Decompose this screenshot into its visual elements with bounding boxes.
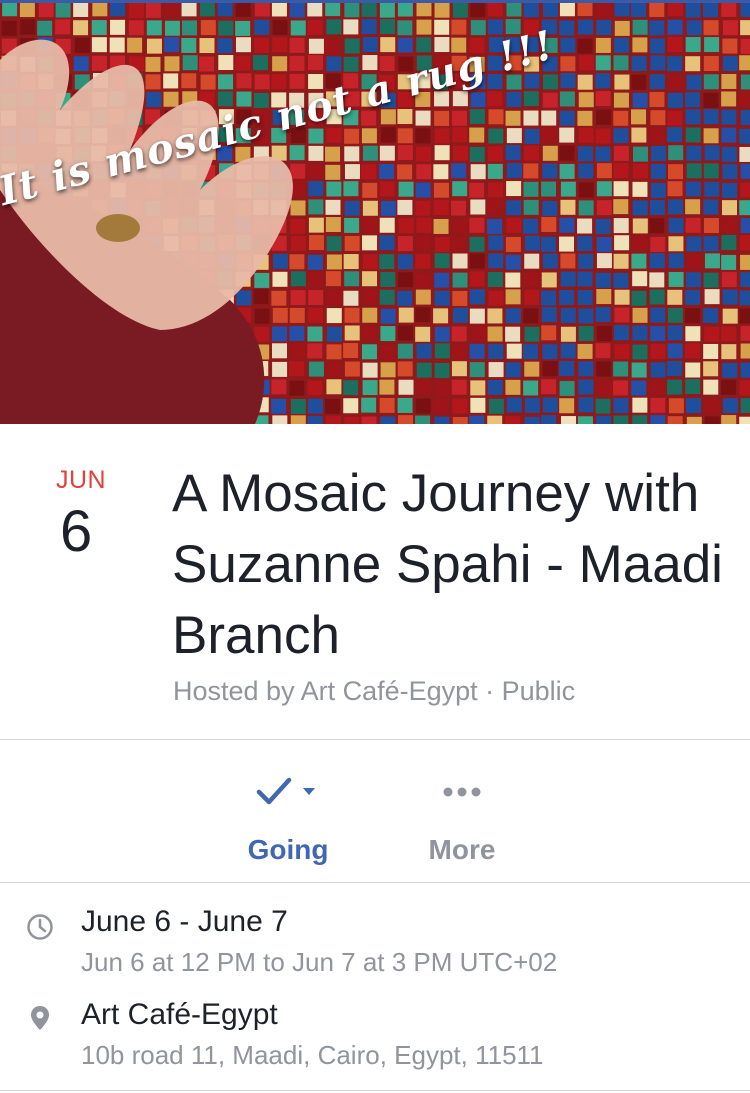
event-time-detail: Jun 6 at 12 PM to Jun 7 at 3 PM UTC+02 (81, 947, 558, 977)
event-date-month: JUN (56, 466, 107, 494)
divider (0, 882, 750, 883)
event-title: A Mosaic Journey with Suzanne Spahi - Ma… (172, 464, 723, 665)
event-cover-photo[interactable]: It is mosaic not a rug !!! (0, 0, 750, 424)
clock-icon (27, 914, 53, 940)
divider (0, 1090, 750, 1091)
event-host-info[interactable]: Hosted by Art Café-Egypt · Public (173, 676, 575, 707)
event-location-name: Art Café-Egypt (81, 998, 278, 1031)
event-time-row[interactable]: June 6 - June 7 Jun 6 at 12 PM to Jun 7 … (0, 895, 750, 985)
going-button[interactable]: Going (228, 770, 348, 866)
mosaic-cover-image (0, 1, 750, 424)
divider (0, 739, 750, 740)
event-location-row[interactable]: Art Café-Egypt 10b road 11, Maadi, Cairo… (0, 988, 750, 1083)
event-time-main: June 6 - June 7 (81, 905, 288, 938)
top-accent-bar (0, 0, 750, 3)
event-location-address: 10b road 11, Maadi, Cairo, Egypt, 11511 (81, 1040, 544, 1070)
more-button[interactable]: More (402, 770, 522, 866)
more-dots-icon (443, 787, 481, 797)
going-label: Going (247, 834, 329, 865)
more-label: More (428, 834, 496, 865)
checkmark-icon (256, 777, 315, 805)
caret-down-icon (303, 788, 315, 795)
event-date-day: 6 (60, 499, 93, 564)
location-pin-icon (31, 1006, 49, 1030)
